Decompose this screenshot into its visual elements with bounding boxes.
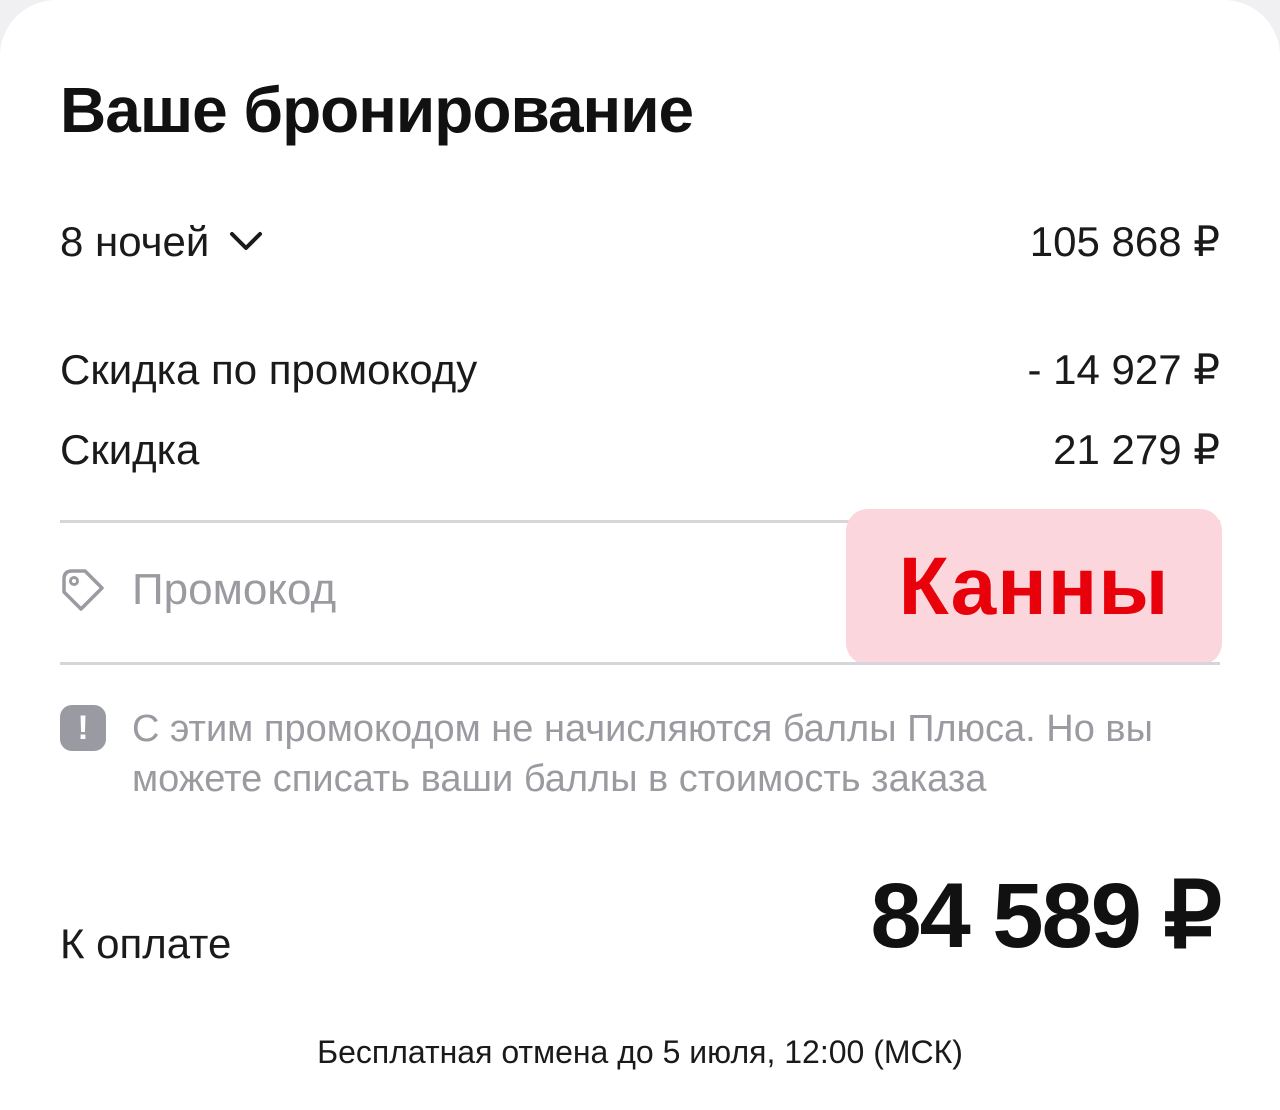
discount-label: Скидка <box>60 426 200 473</box>
exclamation-icon: ! <box>60 705 106 751</box>
promo-discount-label: Скидка по промокоду <box>60 346 478 393</box>
promo-code-text: Канны <box>898 541 1170 632</box>
booking-card: Ваше бронирование 8 ночей 105 868 ₽ Скид… <box>0 0 1280 1110</box>
total-value: 84 589 ₽ <box>870 865 1222 967</box>
promo-placeholder: Промокод <box>132 565 337 614</box>
points-notice-text: С этим промокодом не начисляются баллы П… <box>132 708 1153 800</box>
nights-label: 8 ночей <box>60 218 210 265</box>
promo-code-badge: Канны <box>846 509 1222 665</box>
points-notice: ! С этим промокодом не начисляются баллы… <box>60 704 1212 804</box>
total-label: К оплате <box>60 920 232 967</box>
promo-discount-value: - 14 927 ₽ <box>1027 346 1220 393</box>
free-cancellation-note: Бесплатная отмена до 5 июля, 12:00 (МСК) <box>317 1034 963 1070</box>
nights-row[interactable]: 8 ночей 105 868 ₽ <box>60 216 1220 268</box>
ticket-tag-icon <box>62 569 104 611</box>
page-title: Ваше бронирование <box>60 74 694 146</box>
divider <box>60 662 1220 665</box>
promo-discount-row: Скидка по промокоду - 14 927 ₽ <box>60 344 1220 396</box>
nights-toggle[interactable]: 8 ночей <box>60 216 263 268</box>
nights-price: 105 868 ₽ <box>1029 218 1220 265</box>
chevron-down-icon[interactable] <box>229 230 263 254</box>
discount-row: Скидка 21 279 ₽ <box>60 424 1220 476</box>
promo-input[interactable]: Промокод <box>60 560 336 620</box>
discount-value: 21 279 ₽ <box>1053 426 1220 473</box>
